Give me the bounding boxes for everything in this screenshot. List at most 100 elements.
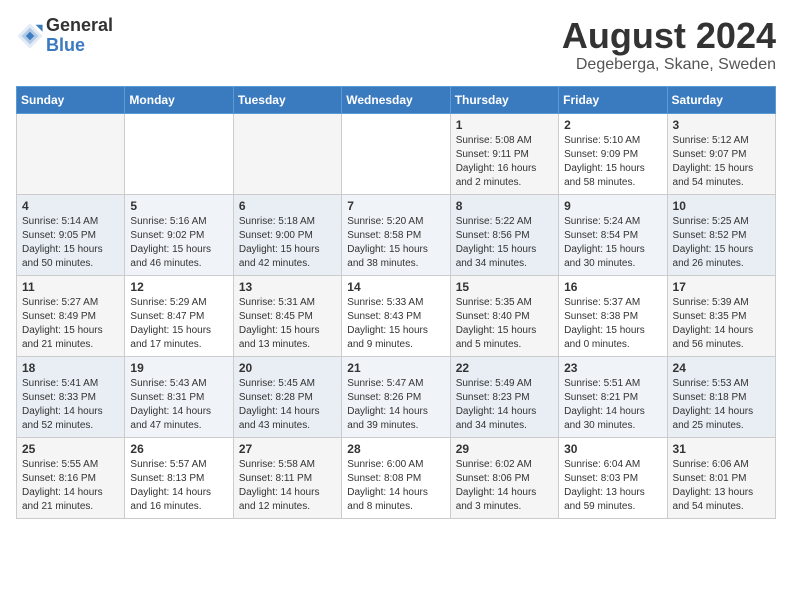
page-header: General Blue August 2024 Degeberga, Skan… xyxy=(16,16,776,74)
day-info-line: Daylight: 14 hours xyxy=(22,405,119,419)
day-info-line: Sunrise: 5:31 AM xyxy=(239,296,336,310)
calendar-cell: 22Sunrise: 5:49 AMSunset: 8:23 PMDayligh… xyxy=(450,356,558,437)
day-info-line: Sunrise: 5:25 AM xyxy=(673,215,770,229)
calendar-cell: 6Sunrise: 5:18 AMSunset: 9:00 PMDaylight… xyxy=(233,194,341,275)
day-info-line: Sunset: 8:38 PM xyxy=(564,310,661,324)
day-number: 20 xyxy=(239,361,336,375)
calendar-cell: 1Sunrise: 5:08 AMSunset: 9:11 PMDaylight… xyxy=(450,113,558,194)
day-info-line: Sunrise: 5:49 AM xyxy=(456,377,553,391)
logo-blue: Blue xyxy=(46,36,113,56)
day-info-line: Sunset: 8:03 PM xyxy=(564,472,661,486)
day-info-line: and 5 minutes. xyxy=(456,338,553,352)
day-info-line: Sunset: 9:09 PM xyxy=(564,148,661,162)
day-info-line: Daylight: 16 hours xyxy=(456,162,553,176)
day-info-line: Sunrise: 5:53 AM xyxy=(673,377,770,391)
day-info-line: Daylight: 14 hours xyxy=(347,405,444,419)
day-info-line: Daylight: 15 hours xyxy=(564,243,661,257)
calendar-cell: 23Sunrise: 5:51 AMSunset: 8:21 PMDayligh… xyxy=(559,356,667,437)
weekday-header-wednesday: Wednesday xyxy=(342,86,450,113)
day-info-line: and 25 minutes. xyxy=(673,419,770,433)
day-number: 3 xyxy=(673,118,770,132)
weekday-header-sunday: Sunday xyxy=(17,86,125,113)
day-info-line: and 26 minutes. xyxy=(673,257,770,271)
day-info-line: and 0 minutes. xyxy=(564,338,661,352)
day-info-line: and 3 minutes. xyxy=(456,500,553,514)
day-info-line: and 34 minutes. xyxy=(456,257,553,271)
day-info-line: Sunrise: 6:04 AM xyxy=(564,458,661,472)
calendar-cell: 26Sunrise: 5:57 AMSunset: 8:13 PMDayligh… xyxy=(125,437,233,518)
day-info-line: Sunset: 8:11 PM xyxy=(239,472,336,486)
calendar-week-3: 11Sunrise: 5:27 AMSunset: 8:49 PMDayligh… xyxy=(17,275,776,356)
day-info-line: Daylight: 14 hours xyxy=(564,405,661,419)
day-info-line: Daylight: 14 hours xyxy=(673,324,770,338)
calendar-cell xyxy=(125,113,233,194)
month-title: August 2024 xyxy=(562,16,776,56)
logo-general: General xyxy=(46,16,113,36)
day-number: 25 xyxy=(22,442,119,456)
day-info-line: Sunset: 8:18 PM xyxy=(673,391,770,405)
day-number: 18 xyxy=(22,361,119,375)
calendar-cell: 27Sunrise: 5:58 AMSunset: 8:11 PMDayligh… xyxy=(233,437,341,518)
calendar-cell: 5Sunrise: 5:16 AMSunset: 9:02 PMDaylight… xyxy=(125,194,233,275)
day-info-line: Sunrise: 5:08 AM xyxy=(456,134,553,148)
day-number: 19 xyxy=(130,361,227,375)
day-info-line: and 8 minutes. xyxy=(347,500,444,514)
calendar-cell: 30Sunrise: 6:04 AMSunset: 8:03 PMDayligh… xyxy=(559,437,667,518)
day-info-line: and 43 minutes. xyxy=(239,419,336,433)
calendar-cell: 9Sunrise: 5:24 AMSunset: 8:54 PMDaylight… xyxy=(559,194,667,275)
day-info-line: and 2 minutes. xyxy=(456,176,553,190)
day-info-line: Daylight: 15 hours xyxy=(456,324,553,338)
day-info-line: Daylight: 15 hours xyxy=(239,324,336,338)
day-info-line: Sunrise: 5:47 AM xyxy=(347,377,444,391)
day-info-line: Sunrise: 5:14 AM xyxy=(22,215,119,229)
day-info-line: Sunset: 8:16 PM xyxy=(22,472,119,486)
calendar-cell: 28Sunrise: 6:00 AMSunset: 8:08 PMDayligh… xyxy=(342,437,450,518)
day-info-line: and 39 minutes. xyxy=(347,419,444,433)
day-info-line: Sunset: 9:00 PM xyxy=(239,229,336,243)
day-info-line: Daylight: 15 hours xyxy=(239,243,336,257)
day-info-line: and 17 minutes. xyxy=(130,338,227,352)
weekday-header-friday: Friday xyxy=(559,86,667,113)
day-info-line: Sunrise: 5:58 AM xyxy=(239,458,336,472)
day-number: 16 xyxy=(564,280,661,294)
day-number: 11 xyxy=(22,280,119,294)
day-info-line: Daylight: 14 hours xyxy=(130,405,227,419)
title-block: August 2024 Degeberga, Skane, Sweden xyxy=(562,16,776,74)
day-info-line: Daylight: 15 hours xyxy=(130,243,227,257)
day-number: 26 xyxy=(130,442,227,456)
calendar-cell xyxy=(342,113,450,194)
day-info-line: Sunset: 8:40 PM xyxy=(456,310,553,324)
calendar-cell: 8Sunrise: 5:22 AMSunset: 8:56 PMDaylight… xyxy=(450,194,558,275)
calendar-cell: 24Sunrise: 5:53 AMSunset: 8:18 PMDayligh… xyxy=(667,356,775,437)
day-info-line: Sunrise: 5:18 AM xyxy=(239,215,336,229)
day-info-line: Daylight: 15 hours xyxy=(456,243,553,257)
day-number: 28 xyxy=(347,442,444,456)
day-number: 2 xyxy=(564,118,661,132)
day-info-line: and 52 minutes. xyxy=(22,419,119,433)
day-info-line: Daylight: 14 hours xyxy=(239,405,336,419)
day-number: 24 xyxy=(673,361,770,375)
day-number: 31 xyxy=(673,442,770,456)
day-info-line: Sunrise: 5:27 AM xyxy=(22,296,119,310)
calendar-cell: 19Sunrise: 5:43 AMSunset: 8:31 PMDayligh… xyxy=(125,356,233,437)
day-number: 8 xyxy=(456,199,553,213)
calendar-cell xyxy=(17,113,125,194)
day-info-line: Sunset: 9:02 PM xyxy=(130,229,227,243)
day-info-line: Sunrise: 5:24 AM xyxy=(564,215,661,229)
calendar-cell: 20Sunrise: 5:45 AMSunset: 8:28 PMDayligh… xyxy=(233,356,341,437)
day-info-line: Sunrise: 6:00 AM xyxy=(347,458,444,472)
logo: General Blue xyxy=(16,16,113,56)
location-subtitle: Degeberga, Skane, Sweden xyxy=(562,56,776,74)
calendar-cell: 11Sunrise: 5:27 AMSunset: 8:49 PMDayligh… xyxy=(17,275,125,356)
day-info-line: Sunset: 8:31 PM xyxy=(130,391,227,405)
day-number: 7 xyxy=(347,199,444,213)
day-info-line: Sunset: 8:33 PM xyxy=(22,391,119,405)
day-number: 15 xyxy=(456,280,553,294)
day-number: 10 xyxy=(673,199,770,213)
day-number: 17 xyxy=(673,280,770,294)
day-info-line: and 21 minutes. xyxy=(22,500,119,514)
day-info-line: Daylight: 15 hours xyxy=(564,324,661,338)
day-info-line: Sunset: 8:28 PM xyxy=(239,391,336,405)
day-info-line: Sunset: 8:13 PM xyxy=(130,472,227,486)
calendar-cell: 14Sunrise: 5:33 AMSunset: 8:43 PMDayligh… xyxy=(342,275,450,356)
